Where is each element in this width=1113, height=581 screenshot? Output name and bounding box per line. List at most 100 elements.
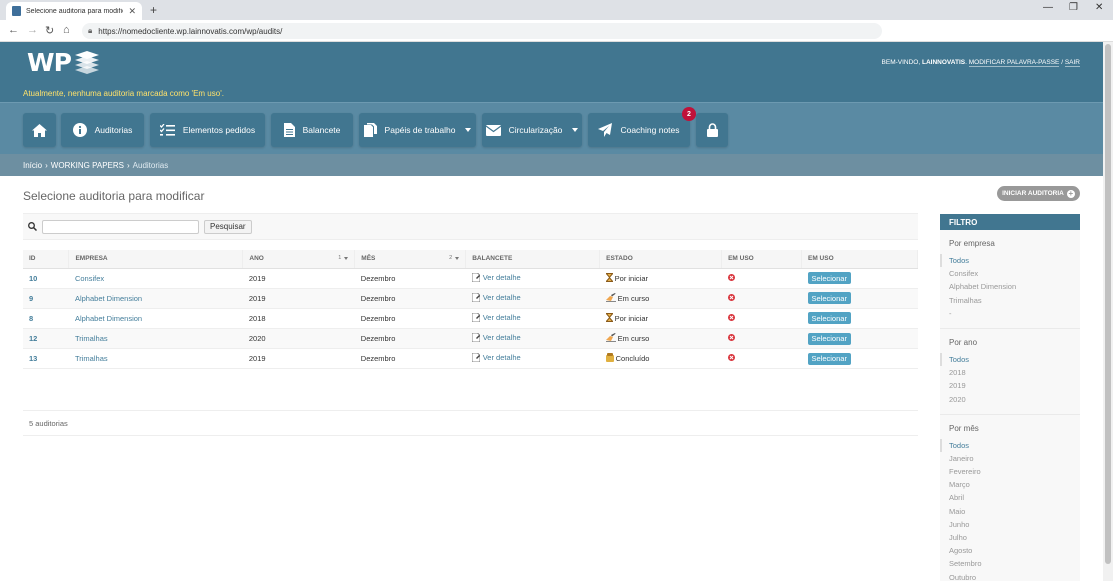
filter-option[interactable]: Todos <box>940 438 1080 452</box>
ver-detalhe-link[interactable]: Ver detalhe <box>483 313 521 322</box>
scrollbar-thumb[interactable] <box>1105 44 1111 564</box>
close-tab-icon[interactable]: ✕ <box>128 6 136 17</box>
nav-lock-button[interactable] <box>696 113 728 147</box>
audit-id-link[interactable]: 10 <box>29 274 37 283</box>
ver-detalhe-link[interactable]: Ver detalhe <box>483 293 521 302</box>
filter-list: Todos 2018 2019 2020 <box>940 352 1080 406</box>
cell-em-uso <box>721 268 802 289</box>
filter-option[interactable]: - <box>949 307 1080 320</box>
search-button[interactable]: Pesquisar <box>204 219 252 234</box>
cell-ano: 2019 <box>242 268 355 289</box>
filter-option[interactable]: Março <box>949 478 1080 491</box>
filter-option[interactable]: Janeiro <box>949 452 1080 465</box>
new-tab-icon[interactable]: + <box>150 3 157 17</box>
audit-id-link[interactable]: 12 <box>29 334 37 343</box>
cell-mes: Dezembro <box>354 328 466 350</box>
filter-option[interactable]: Junho <box>949 518 1080 531</box>
column-header-em-uso-action[interactable]: Em uso <box>801 250 918 269</box>
column-header-estado[interactable]: Estado <box>599 250 723 269</box>
filter-option[interactable]: Abril <box>949 491 1080 504</box>
sort-indicator: 1 <box>338 255 349 261</box>
logo[interactable]: WP <box>27 48 101 77</box>
audit-id-link[interactable]: 13 <box>29 354 37 363</box>
nav-circularizacao-button[interactable]: Circularização <box>482 113 582 147</box>
filter-option[interactable]: Outubro <box>949 571 1080 581</box>
writing-hand-icon <box>605 292 616 304</box>
nav-auditorias-button[interactable]: Auditorias <box>61 113 144 147</box>
cell-acao: Selecionar <box>801 268 918 289</box>
cell-empresa: Alphabet Dimension <box>68 288 243 309</box>
filter-option[interactable]: Setembro <box>949 557 1080 570</box>
filter-option[interactable]: Consifex <box>949 267 1080 280</box>
breadcrumb-section[interactable]: WORKING PAPERS <box>51 161 124 170</box>
table-row: 10 Consifex 2019 Dezembro Ver detalhe Por ini… <box>23 268 918 289</box>
filter-option[interactable]: Todos <box>940 352 1080 367</box>
filter-section: Por mês Todos Janeiro Fevereiro Março Abril Ma… <box>940 414 1080 581</box>
selecionar-button[interactable]: Selecionar <box>807 272 851 285</box>
back-icon[interactable]: ← <box>8 24 19 36</box>
filter-option[interactable]: Alphabet Dimension <box>949 280 1080 293</box>
search-input[interactable] <box>42 219 199 234</box>
paper-plane-icon <box>598 123 613 137</box>
change-password-link[interactable]: Modificar palavra-passe <box>968 59 1060 67</box>
column-header-ano[interactable]: Ano 1 <box>242 250 356 269</box>
address-bar: ← → ↻ ⌂ 🔒︎ https://nomedocliente.wp.lain… <box>0 20 1113 42</box>
cell-mes: Dezembro <box>354 348 466 370</box>
logout-link[interactable]: Sair <box>1064 59 1080 67</box>
ver-detalhe-link[interactable]: Ver detalhe <box>483 333 521 342</box>
home-icon[interactable]: ⌂ <box>63 24 70 36</box>
filter-heading: Filtro <box>940 214 1080 230</box>
ver-detalhe-link[interactable]: Ver detalhe <box>483 353 521 362</box>
sort-desc-icon <box>455 256 460 260</box>
document-icon <box>471 333 480 343</box>
nav-papeis-button[interactable]: Papéis de trabalho <box>359 113 476 147</box>
minimize-icon[interactable]: — <box>1043 2 1053 13</box>
audit-id-link[interactable]: 9 <box>29 294 33 303</box>
restore-icon[interactable]: ❐ <box>1069 2 1078 13</box>
column-header-mes[interactable]: Mês 2 <box>354 250 467 269</box>
scrollbar[interactable] <box>1103 42 1113 581</box>
cell-mes: Dezembro <box>354 268 466 289</box>
selecionar-button[interactable]: Selecionar <box>807 352 851 365</box>
filter-option[interactable]: Julho <box>949 531 1080 544</box>
filter-option[interactable]: Trimalhas <box>949 294 1080 307</box>
filter-option[interactable]: Todos <box>940 254 1080 268</box>
forward-icon[interactable]: → <box>27 24 38 36</box>
selecionar-button[interactable]: Selecionar <box>807 312 851 325</box>
reload-icon[interactable]: ↻ <box>45 24 54 37</box>
nav-home-button[interactable] <box>23 113 56 147</box>
nav-coaching-button[interactable]: Coaching notes 2 <box>588 107 696 147</box>
filter-option[interactable]: Agosto <box>949 544 1080 557</box>
close-window-icon[interactable]: ✕ <box>1095 2 1103 13</box>
document-icon <box>471 292 480 302</box>
selecionar-button[interactable]: Selecionar <box>807 292 851 305</box>
book-logo-icon <box>74 50 99 74</box>
column-header-id[interactable]: ID <box>23 250 70 269</box>
filter-option[interactable]: Maio <box>949 505 1080 518</box>
filter-option[interactable]: 2019 <box>949 379 1080 392</box>
nav-elementos-button[interactable]: Elementos pedidos <box>150 113 265 147</box>
filter-list: Todos Consifex Alphabet Dimension Trimalhas… <box>940 254 1080 320</box>
cell-mes: Dezembro <box>354 308 466 330</box>
audit-id-link[interactable]: 8 <box>29 314 33 323</box>
filter-option[interactable]: 2018 <box>949 366 1080 379</box>
empresa-link[interactable]: Trimalhas <box>75 334 108 343</box>
nav-balancete-button[interactable]: Balancete <box>271 113 353 147</box>
cell-id: 12 <box>23 328 69 350</box>
empresa-link[interactable]: Trimalhas <box>75 354 108 363</box>
filter-option[interactable]: Fevereiro <box>949 465 1080 478</box>
browser-tab[interactable]: Selecione auditoria para modifica ✕ <box>6 2 142 20</box>
empresa-link[interactable]: Alphabet Dimension <box>75 314 142 323</box>
cell-empresa: Consifex <box>68 268 243 289</box>
column-header-balancete[interactable]: Balancete <box>465 250 601 269</box>
ver-detalhe-link[interactable]: Ver detalhe <box>483 273 521 282</box>
empresa-link[interactable]: Alphabet Dimension <box>75 294 142 303</box>
start-audit-button[interactable]: Iniciar auditoria + <box>997 186 1080 201</box>
breadcrumb-home[interactable]: Início <box>23 161 42 170</box>
omnibox[interactable]: 🔒︎ https://nomedocliente.wp.lainnovatis.… <box>82 23 882 39</box>
filter-option[interactable]: 2020 <box>949 393 1080 406</box>
empresa-link[interactable]: Consifex <box>75 274 104 283</box>
selecionar-button[interactable]: Selecionar <box>807 332 851 345</box>
column-header-em-uso[interactable]: Em uso <box>721 250 802 269</box>
column-header-empresa[interactable]: Empresa <box>68 250 244 269</box>
